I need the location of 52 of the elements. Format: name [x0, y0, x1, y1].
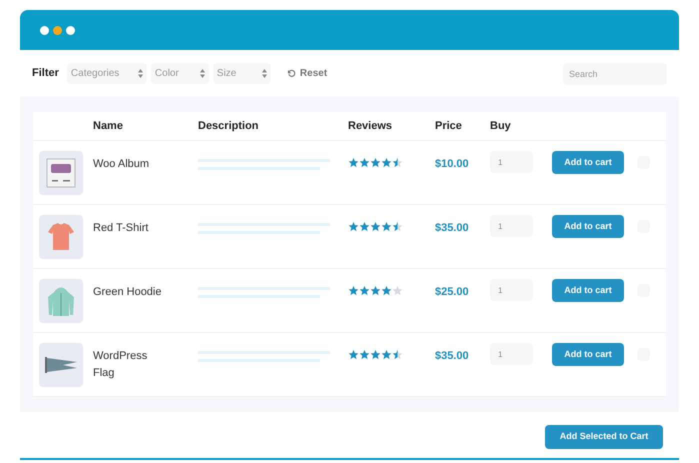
star-icon — [359, 221, 370, 232]
column-header: Buy — [490, 118, 512, 134]
product-name: Red T-Shirt — [93, 221, 150, 236]
star-icon — [359, 157, 370, 168]
star-icon — [359, 285, 370, 296]
column-header: Name — [93, 118, 124, 134]
sort-icon — [200, 69, 205, 78]
add-to-cart-button[interactable]: Add to cart — [552, 279, 624, 302]
undo-icon — [286, 69, 296, 78]
product-price: $10.00 — [435, 157, 470, 172]
star-icon — [370, 221, 381, 232]
filter-select[interactable]: Size — [212, 63, 271, 84]
quantity-field[interactable]: 1 — [490, 343, 533, 365]
star-icon — [381, 285, 392, 296]
star-icon — [348, 285, 359, 296]
star-icon — [392, 157, 403, 168]
star-icon — [370, 349, 381, 360]
search-field[interactable]: Search — [563, 62, 667, 84]
product-name: WordPress Flag — [93, 349, 148, 381]
product-name: Woo Album — [93, 157, 150, 172]
quantity-field[interactable]: 1 — [490, 151, 533, 173]
column-header: Description — [198, 118, 260, 134]
star-icon — [370, 157, 381, 168]
star-icon — [348, 221, 359, 232]
reset-button[interactable]: Reset — [286, 66, 328, 81]
star-icon — [348, 157, 359, 168]
star-icon — [348, 349, 359, 360]
star-icon — [392, 285, 403, 296]
filter-select[interactable]: Categories — [66, 63, 147, 84]
product-price: $35.00 — [435, 349, 470, 364]
add-to-cart-button[interactable]: Add to cart — [552, 215, 624, 238]
star-icon — [381, 349, 392, 360]
star-icon — [392, 349, 403, 360]
product-price: $35.00 — [435, 221, 470, 236]
column-header: Reviews — [348, 118, 394, 134]
quantity-field[interactable]: 1 — [490, 215, 533, 237]
sort-icon — [262, 69, 267, 78]
add-selected-button[interactable]: Add Selected to Cart — [545, 425, 663, 449]
star-icon — [381, 157, 392, 168]
column-header: Price — [435, 118, 463, 134]
sort-icon — [138, 69, 143, 78]
product-price: $25.00 — [435, 285, 470, 300]
filter-label: Filter — [32, 66, 59, 82]
star-icon — [370, 285, 381, 296]
star-icon — [381, 221, 392, 232]
add-to-cart-button[interactable]: Add to cart — [552, 151, 624, 174]
filter-select[interactable]: Color — [150, 63, 209, 84]
star-icon — [359, 349, 370, 360]
product-name: Green Hoodie — [93, 285, 162, 300]
star-icon — [392, 221, 403, 232]
quantity-field[interactable]: 1 — [490, 279, 533, 301]
add-to-cart-button[interactable]: Add to cart — [552, 343, 624, 366]
